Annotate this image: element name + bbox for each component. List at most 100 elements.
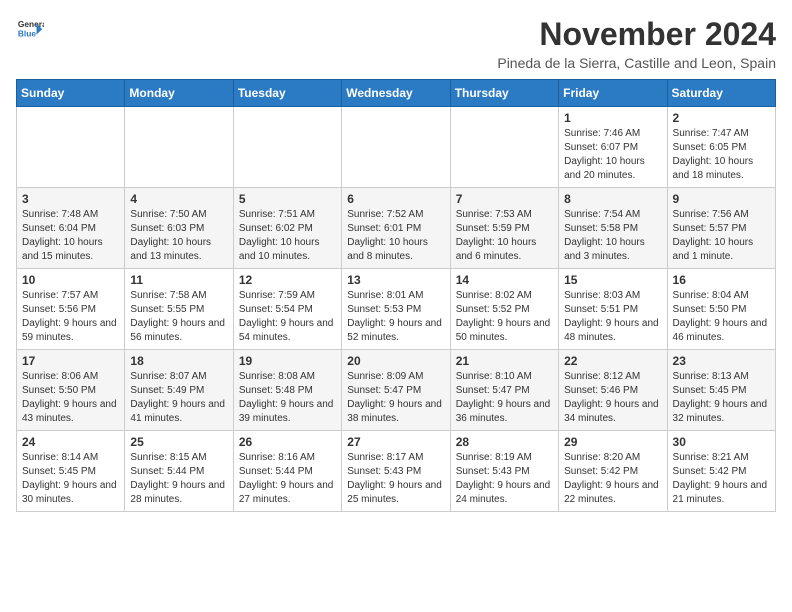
weekday-header: Tuesday bbox=[233, 80, 341, 107]
calendar-week-row: 10Sunrise: 7:57 AM Sunset: 5:56 PM Dayli… bbox=[17, 269, 776, 350]
day-number: 23 bbox=[673, 354, 770, 368]
day-info: Sunrise: 8:06 AM Sunset: 5:50 PM Dayligh… bbox=[22, 370, 119, 426]
calendar-week-row: 24 Sunrise: 8:14 AM Sunset: 5:45 PM Dayli… bbox=[17, 431, 776, 512]
weekday-header: Wednesday bbox=[342, 80, 450, 107]
calendar-cell: 15Sunrise: 8:03 AM Sunset: 5:51 PM Dayli… bbox=[559, 269, 667, 350]
day-info: Sunrise: 8:15 AM Sunset: 5:44 PM Dayligh… bbox=[130, 451, 227, 507]
day-number: 7 bbox=[456, 192, 553, 206]
day-number: 21 bbox=[456, 354, 553, 368]
day-info: Sunrise: 8:04 AM Sunset: 5:50 PM Dayligh… bbox=[673, 289, 770, 345]
calendar-cell: 8 Sunrise: 7:54 AM Sunset: 5:58 PM Daylig… bbox=[559, 188, 667, 269]
calendar-cell: 16 Sunrise: 8:04 AM Sunset: 5:50 PM Dayli… bbox=[667, 269, 775, 350]
day-number: 4 bbox=[130, 192, 227, 206]
day-info: Sunrise: 7:53 AM Sunset: 5:59 PM Dayligh… bbox=[456, 208, 553, 264]
logo-icon: General Blue bbox=[16, 16, 44, 44]
day-number: 26 bbox=[239, 435, 336, 449]
day-number: 13 bbox=[347, 273, 444, 287]
calendar-cell: 18 Sunrise: 8:07 AM Sunset: 5:49 PM Dayli… bbox=[125, 350, 233, 431]
calendar-cell bbox=[450, 107, 558, 188]
calendar-week-row: 17 Sunrise: 8:06 AM Sunset: 5:50 PM Dayli… bbox=[17, 350, 776, 431]
day-number: 29 bbox=[564, 435, 661, 449]
day-info: Sunrise: 7:50 AM Sunset: 6:03 PM Dayligh… bbox=[130, 208, 227, 264]
calendar-cell: 10Sunrise: 7:57 AM Sunset: 5:56 PM Dayli… bbox=[17, 269, 125, 350]
page-header: General Blue November 2024 Pineda de la … bbox=[16, 16, 776, 71]
day-number: 12 bbox=[239, 273, 336, 287]
day-info: Sunrise: 8:09 AM Sunset: 5:47 PM Dayligh… bbox=[347, 370, 444, 426]
day-info: Sunrise: 7:59 AM Sunset: 5:54 PM Dayligh… bbox=[239, 289, 336, 345]
day-info: Sunrise: 7:57 AM Sunset: 5:56 PM Dayligh… bbox=[22, 289, 119, 345]
calendar-cell: 22 Sunrise: 8:12 AM Sunset: 5:46 PM Dayli… bbox=[559, 350, 667, 431]
weekday-header: Thursday bbox=[450, 80, 558, 107]
day-info: Sunrise: 8:02 AM Sunset: 5:52 PM Dayligh… bbox=[456, 289, 553, 345]
calendar-cell: 20 Sunrise: 8:09 AM Sunset: 5:47 PM Dayli… bbox=[342, 350, 450, 431]
day-number: 17 bbox=[22, 354, 119, 368]
day-info: Sunrise: 7:46 AM Sunset: 6:07 PM Dayligh… bbox=[564, 127, 661, 183]
svg-text:Blue: Blue bbox=[18, 29, 36, 39]
calendar-cell bbox=[233, 107, 341, 188]
calendar-cell: 26 Sunrise: 8:16 AM Sunset: 5:44 PM Dayli… bbox=[233, 431, 341, 512]
day-info: Sunrise: 8:03 AM Sunset: 5:51 PM Dayligh… bbox=[564, 289, 661, 345]
calendar-week-row: 1 Sunrise: 7:46 AM Sunset: 6:07 PM Daylig… bbox=[17, 107, 776, 188]
calendar-cell bbox=[125, 107, 233, 188]
day-number: 22 bbox=[564, 354, 661, 368]
calendar-cell: 17 Sunrise: 8:06 AM Sunset: 5:50 PM Dayli… bbox=[17, 350, 125, 431]
calendar-cell: 1 Sunrise: 7:46 AM Sunset: 6:07 PM Daylig… bbox=[559, 107, 667, 188]
logo: General Blue bbox=[16, 16, 44, 44]
calendar-cell: 25 Sunrise: 8:15 AM Sunset: 5:44 PM Dayli… bbox=[125, 431, 233, 512]
weekday-header: Monday bbox=[125, 80, 233, 107]
day-info: Sunrise: 8:16 AM Sunset: 5:44 PM Dayligh… bbox=[239, 451, 336, 507]
day-info: Sunrise: 7:56 AM Sunset: 5:57 PM Dayligh… bbox=[673, 208, 770, 264]
day-number: 30 bbox=[673, 435, 770, 449]
day-info: Sunrise: 8:17 AM Sunset: 5:43 PM Dayligh… bbox=[347, 451, 444, 507]
calendar-cell bbox=[342, 107, 450, 188]
calendar-cell: 2Sunrise: 7:47 AM Sunset: 6:05 PM Daylig… bbox=[667, 107, 775, 188]
calendar-cell: 14Sunrise: 8:02 AM Sunset: 5:52 PM Dayli… bbox=[450, 269, 558, 350]
day-number: 3 bbox=[22, 192, 119, 206]
calendar-cell: 28Sunrise: 8:19 AM Sunset: 5:43 PM Dayli… bbox=[450, 431, 558, 512]
day-info: Sunrise: 7:58 AM Sunset: 5:55 PM Dayligh… bbox=[130, 289, 227, 345]
title-area: November 2024 Pineda de la Sierra, Casti… bbox=[497, 16, 776, 71]
day-number: 27 bbox=[347, 435, 444, 449]
weekday-header: Friday bbox=[559, 80, 667, 107]
day-number: 9 bbox=[673, 192, 770, 206]
day-info: Sunrise: 8:07 AM Sunset: 5:49 PM Dayligh… bbox=[130, 370, 227, 426]
calendar-cell: 29 Sunrise: 8:20 AM Sunset: 5:42 PM Dayli… bbox=[559, 431, 667, 512]
day-info: Sunrise: 7:48 AM Sunset: 6:04 PM Dayligh… bbox=[22, 208, 119, 264]
calendar-cell bbox=[17, 107, 125, 188]
day-info: Sunrise: 8:01 AM Sunset: 5:53 PM Dayligh… bbox=[347, 289, 444, 345]
day-info: Sunrise: 7:54 AM Sunset: 5:58 PM Dayligh… bbox=[564, 208, 661, 264]
day-number: 1 bbox=[564, 111, 661, 125]
calendar-cell: 27 Sunrise: 8:17 AM Sunset: 5:43 PM Dayli… bbox=[342, 431, 450, 512]
day-number: 19 bbox=[239, 354, 336, 368]
calendar-cell: 7 Sunrise: 7:53 AM Sunset: 5:59 PM Daylig… bbox=[450, 188, 558, 269]
day-number: 25 bbox=[130, 435, 227, 449]
calendar-header-row: SundayMondayTuesdayWednesdayThursdayFrid… bbox=[17, 80, 776, 107]
calendar-cell: 4 Sunrise: 7:50 AM Sunset: 6:03 PM Daylig… bbox=[125, 188, 233, 269]
calendar-cell: 21 Sunrise: 8:10 AM Sunset: 5:47 PM Dayli… bbox=[450, 350, 558, 431]
day-number: 24 bbox=[22, 435, 119, 449]
calendar-cell: 3 Sunrise: 7:48 AM Sunset: 6:04 PM Daylig… bbox=[17, 188, 125, 269]
day-info: Sunrise: 8:20 AM Sunset: 5:42 PM Dayligh… bbox=[564, 451, 661, 507]
day-info: Sunrise: 8:14 AM Sunset: 5:45 PM Dayligh… bbox=[22, 451, 119, 507]
day-number: 5 bbox=[239, 192, 336, 206]
day-number: 8 bbox=[564, 192, 661, 206]
day-info: Sunrise: 7:47 AM Sunset: 6:05 PM Dayligh… bbox=[673, 127, 770, 183]
location-subtitle: Pineda de la Sierra, Castille and Leon, … bbox=[497, 55, 776, 71]
calendar-cell: 19Sunrise: 8:08 AM Sunset: 5:48 PM Dayli… bbox=[233, 350, 341, 431]
day-number: 18 bbox=[130, 354, 227, 368]
day-number: 11 bbox=[130, 273, 227, 287]
calendar-cell: 12 Sunrise: 7:59 AM Sunset: 5:54 PM Dayli… bbox=[233, 269, 341, 350]
calendar-cell: 24 Sunrise: 8:14 AM Sunset: 5:45 PM Dayli… bbox=[17, 431, 125, 512]
calendar-cell: 11 Sunrise: 7:58 AM Sunset: 5:55 PM Dayli… bbox=[125, 269, 233, 350]
day-info: Sunrise: 8:10 AM Sunset: 5:47 PM Dayligh… bbox=[456, 370, 553, 426]
day-number: 6 bbox=[347, 192, 444, 206]
day-info: Sunrise: 8:21 AM Sunset: 5:42 PM Dayligh… bbox=[673, 451, 770, 507]
day-info: Sunrise: 8:12 AM Sunset: 5:46 PM Dayligh… bbox=[564, 370, 661, 426]
calendar-cell: 9 Sunrise: 7:56 AM Sunset: 5:57 PM Daylig… bbox=[667, 188, 775, 269]
calendar-cell: 5Sunrise: 7:51 AM Sunset: 6:02 PM Daylig… bbox=[233, 188, 341, 269]
calendar-cell: 13 Sunrise: 8:01 AM Sunset: 5:53 PM Dayli… bbox=[342, 269, 450, 350]
weekday-header: Saturday bbox=[667, 80, 775, 107]
day-number: 20 bbox=[347, 354, 444, 368]
day-info: Sunrise: 8:19 AM Sunset: 5:43 PM Dayligh… bbox=[456, 451, 553, 507]
day-number: 16 bbox=[673, 273, 770, 287]
